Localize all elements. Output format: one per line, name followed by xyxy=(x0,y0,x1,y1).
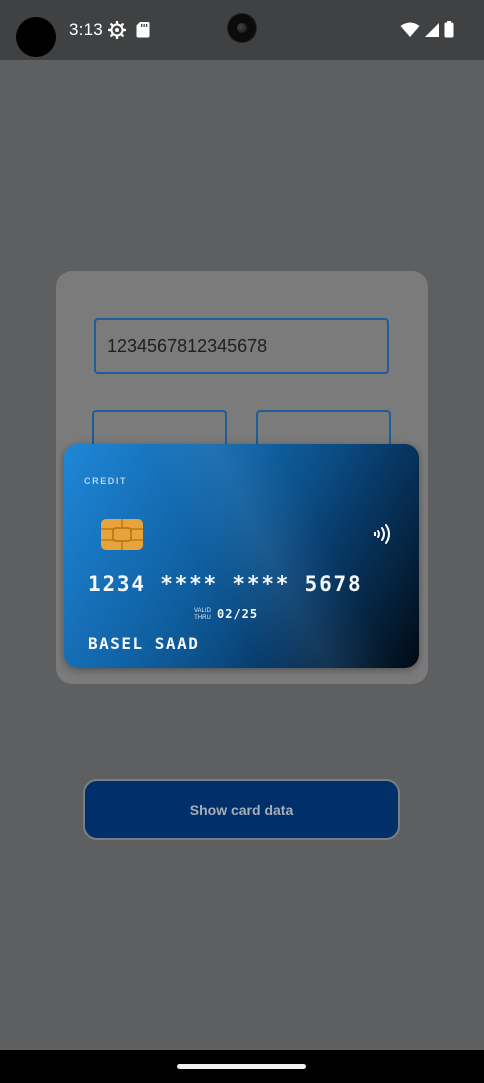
battery-icon xyxy=(444,21,454,38)
chip-icon xyxy=(101,519,143,550)
front-camera xyxy=(228,14,256,42)
avatar[interactable] xyxy=(16,17,56,57)
card-number-display: 1234 **** **** 5678 xyxy=(88,572,363,596)
home-gesture-handle[interactable] xyxy=(177,1064,306,1069)
status-time: 3:13 xyxy=(69,20,103,39)
gear-icon xyxy=(108,21,126,39)
contactless-icon xyxy=(374,524,390,544)
signal-icon xyxy=(425,22,439,37)
card-holder-name: BASEL SAAD xyxy=(88,634,200,653)
sd-card-icon xyxy=(136,22,150,38)
wifi-icon xyxy=(400,22,420,37)
card-type-label: CREDIT xyxy=(84,476,128,486)
card-number-value: 1234567812345678 xyxy=(107,335,268,356)
card-expiry: 02/25 xyxy=(217,607,259,621)
show-card-data-button[interactable]: Show card data xyxy=(83,779,400,840)
credit-card-preview: CREDIT 1234 **** **** 5678 VALID THRU 02… xyxy=(64,444,419,668)
system-icons xyxy=(400,21,454,38)
card-number-input[interactable]: 1234567812345678 xyxy=(94,318,389,374)
status-bar: 3:13 xyxy=(0,0,484,60)
navigation-bar xyxy=(0,1050,484,1083)
valid-thru-label: VALID THRU xyxy=(194,608,211,621)
